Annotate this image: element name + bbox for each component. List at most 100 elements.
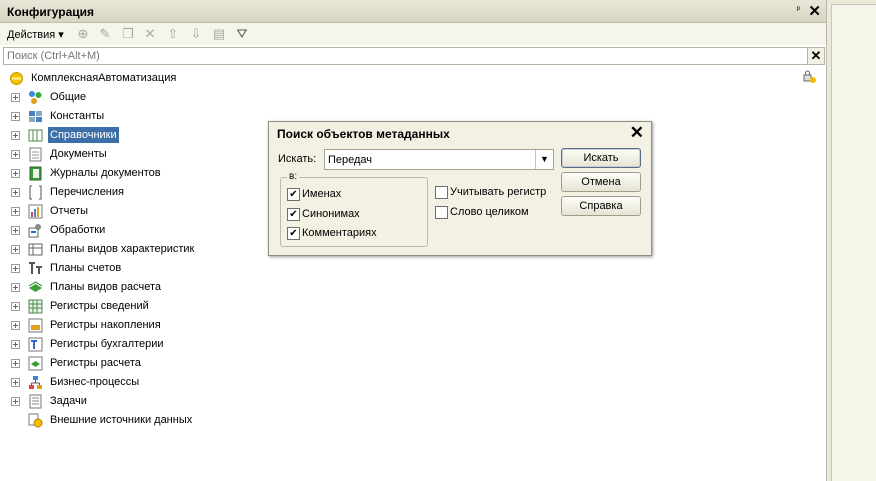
tree-item[interactable]: Бизнес-процессы [0,373,400,392]
tree-item-label: Документы [50,148,107,160]
find-button[interactable]: Искать [561,148,641,168]
expand-icon[interactable] [11,207,20,216]
tree-item-label: Регистры бухгалтерии [50,338,164,350]
dialog-close-icon[interactable]: ✕ [630,123,644,143]
dialog-title: Поиск объектов метаданных [277,127,450,141]
right-panel [827,0,876,481]
enums-icon [28,185,43,200]
expand-icon[interactable] [11,397,20,406]
add-icon[interactable]: ⊕ [75,26,91,42]
calculation-registers-icon [28,356,43,371]
external-data-sources-icon [28,413,43,428]
help-button[interactable]: Справка [561,196,641,216]
information-registers-icon [28,299,43,314]
tree-item-label: Отчеты [50,205,89,217]
search-input[interactable] [4,48,810,64]
copy-icon[interactable]: ❐ [120,26,136,42]
tree-item[interactable]: Регистры накопления [0,316,400,335]
match-case-label: Учитывать регистр [450,186,547,198]
expand-icon[interactable] [11,283,20,292]
window-close-icon[interactable]: ✕ [808,2,821,20]
tree-item-label: Регистры сведений [50,300,149,312]
accumulation-registers-icon [28,318,43,333]
tree-item-label: Внешние источники данных [50,414,193,426]
expand-icon[interactable] [11,321,20,330]
tree-item[interactable]: Общие [0,88,400,107]
expand-icon[interactable] [11,188,20,197]
expand-icon[interactable] [11,302,20,311]
constants-icon [28,109,43,124]
metadata-search-dialog: Поиск объектов метаданных ✕ Искать: ▼ в:… [268,121,652,256]
accounting-registers-icon [28,337,43,352]
checkbox-box[interactable]: ✔ [287,208,300,221]
expand-icon[interactable] [11,378,20,387]
filter-icon[interactable]: ⛛ [234,26,250,42]
right-panel-inner [831,4,876,481]
tasks-icon [28,394,43,409]
tree-item-label: Планы счетов [50,262,122,274]
chart-of-characteristic-types-icon [28,242,43,257]
tree-root[interactable]: КомплекснаяАвтоматизация [0,69,400,88]
checkbox-box[interactable]: ✔ [287,227,300,240]
tree-item-label: Регистры расчета [50,357,141,369]
tree-item-label: Регистры накопления [50,319,161,331]
comments-label: Комментариях [302,227,377,239]
expand-icon[interactable] [11,264,20,273]
toolbar: Действия ▾ ⊕ ✎ ❐ ✕ ⇧ ⇩ ▤ ⛛ [0,23,826,45]
tree-item[interactable]: Задачи [0,392,400,411]
search-label: Искать: [278,153,317,165]
tree-item-label: Бизнес-процессы [50,376,140,388]
tree-item[interactable]: Планы видов расчета [0,278,400,297]
names-label: Именах [302,188,342,200]
synonyms-label: Синонимах [302,208,360,220]
tree-item[interactable]: Регистры сведений [0,297,400,316]
expand-icon[interactable] [11,112,20,121]
move-up-icon[interactable]: ⇧ [165,26,181,42]
checkbox-box[interactable] [435,206,448,219]
expand-icon[interactable] [11,245,20,254]
window-titlebar: Конфигурация ᵖ ✕ [0,0,826,23]
group-caption: в: [287,171,300,182]
chevron-down-icon[interactable]: ▼ [535,150,553,169]
tree-item-label: Константы [50,110,105,122]
sort-icon[interactable]: ▤ [211,26,227,42]
search-in-group: в: ✔ Именах ✔ Синонимах ✔ Комментариях [280,171,428,247]
tree-item-label: Обработки [50,224,106,236]
tree-item[interactable]: Внешние источники данных [0,411,400,430]
tree-item-label: Общие [50,91,87,103]
tree-item-label: Задачи [50,395,87,407]
expand-icon[interactable] [11,340,20,349]
tree-item-label: Планы видов расчета [50,281,162,293]
reports-icon [28,204,43,219]
cancel-button[interactable]: Отмена [561,172,641,192]
chart-of-accounts-icon [28,261,43,276]
checkbox-box[interactable]: ✔ [287,188,300,201]
expand-icon[interactable] [11,93,20,102]
tree-item[interactable]: Планы счетов [0,259,400,278]
move-down-icon[interactable]: ⇩ [188,26,204,42]
expand-icon[interactable] [11,131,20,140]
search-clear-icon[interactable]: ✕ [807,48,824,64]
expand-icon[interactable] [11,359,20,368]
tree-item[interactable]: Регистры расчета [0,354,400,373]
business-processes-icon [28,375,43,390]
edit-icon[interactable]: ✎ [97,26,113,42]
expand-icon[interactable] [11,226,20,235]
search-combobox[interactable]: ▼ [324,149,554,170]
search-text-field[interactable] [325,150,531,169]
expand-icon[interactable] [11,150,20,159]
expand-icon[interactable] [11,169,20,178]
pin-icon[interactable]: ᵖ [797,4,800,14]
actions-menu-button[interactable]: Действия ▾ [7,28,64,41]
checkbox-box[interactable] [435,186,448,199]
document-journals-icon [28,166,43,181]
tree-root-label: КомплекснаяАвтоматизация [31,72,177,84]
tree-item[interactable]: Регистры бухгалтерии [0,335,400,354]
delete-icon[interactable]: ✕ [142,26,158,42]
tree-item-label: Планы видов характеристик [50,243,195,255]
configuration-window: Конфигурация ᵖ ✕ Действия ▾ ⊕ ✎ ❐ ✕ ⇧ ⇩ … [0,0,827,481]
search-bar: ✕ [3,47,825,65]
tree-item-label: Журналы документов [50,167,161,179]
documents-icon [28,147,43,162]
tree-item-label: Справочники [48,127,119,143]
